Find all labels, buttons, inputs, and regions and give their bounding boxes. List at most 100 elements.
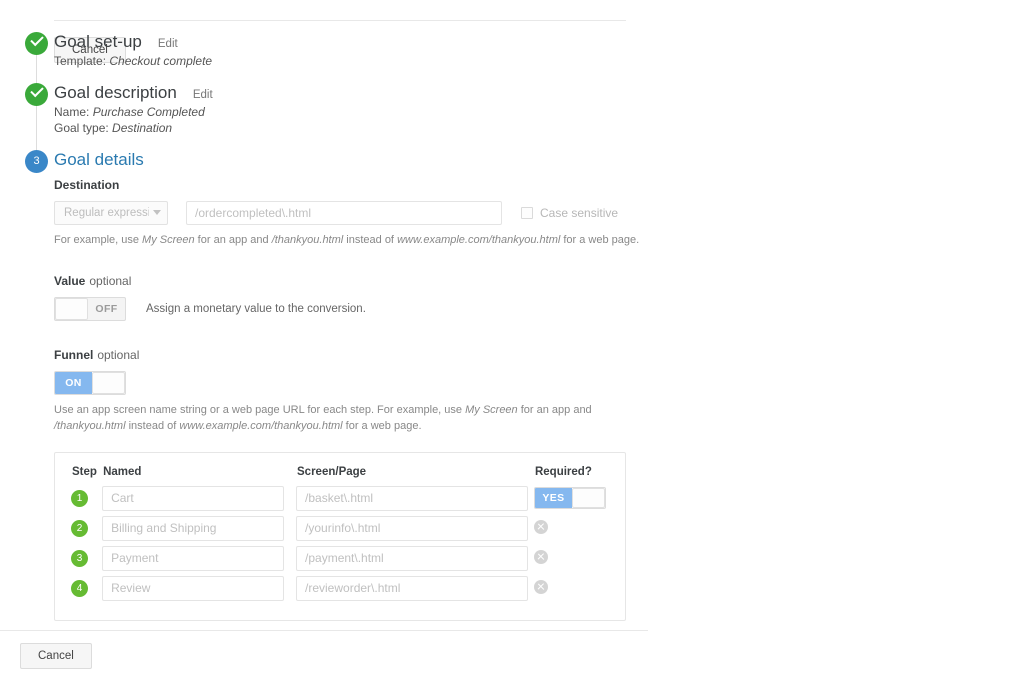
cell-screen-page — [296, 574, 534, 604]
column-header-screen-page: Screen/Page — [297, 465, 367, 478]
helper-part: www.example.com/thankyou.html — [397, 233, 561, 246]
funnel-step-screen-input[interactable] — [296, 575, 529, 601]
helper-part: for an app and — [194, 233, 272, 246]
cell-step: 2 — [71, 514, 102, 544]
funnel-label: Funnel — [54, 347, 94, 362]
page-footer: Cancel — [0, 630, 648, 683]
helper-part: instead of — [125, 419, 180, 432]
chevron-down-icon — [153, 210, 161, 215]
cell-step: 1 — [71, 484, 102, 514]
cell-named — [102, 574, 296, 604]
match-type-select-value: Regular expression — [64, 206, 149, 219]
case-sensitive-label: Case sensitive — [540, 205, 619, 220]
table-row: 3 — [71, 544, 609, 574]
helper-part: /thankyou.html — [271, 233, 344, 246]
table-row: 4 — [71, 574, 609, 604]
toggle-knob — [92, 371, 125, 394]
goal-name-value: Purchase Completed — [92, 104, 205, 119]
funnel-steps-table: Step Named Screen/Page Required? 1 Cart … — [71, 465, 609, 604]
wizard-step-goal-setup: Goal set-up Edit Template: Checkout compl… — [0, 32, 660, 109]
goal-setup-summary: Template: Checkout complete — [54, 54, 660, 69]
funnel-step-name-input[interactable] — [102, 575, 285, 601]
value-description: Assign a monetary value to the conversio… — [146, 302, 366, 315]
destination-helper-text: For example, use My Screen for an app an… — [54, 232, 660, 248]
cell-screen-page — [296, 484, 534, 514]
remove-step-icon[interactable] — [533, 549, 548, 564]
value-toggle[interactable]: OFF — [54, 296, 126, 321]
toggle-knob — [571, 488, 605, 508]
funnel-steps-card: Step Named Screen/Page Required? 1 Cart … — [54, 451, 626, 621]
funnel-table-header-row: Step Named Screen/Page Required? — [71, 465, 609, 484]
funnel-step-screen-input[interactable] — [296, 485, 529, 511]
funnel-step-required-toggle[interactable]: YES — [533, 487, 606, 509]
funnel-toggle[interactable]: ON — [54, 370, 126, 395]
helper-part: for an app and — [517, 403, 592, 416]
cell-step: 4 — [71, 574, 102, 604]
helper-part: for a web page. — [342, 419, 422, 432]
cell-named — [102, 484, 296, 514]
funnel-toggle-state: ON — [55, 371, 92, 394]
value-toggle-row: OFF Assign a monetary value to the conve… — [54, 296, 660, 321]
cell-named — [102, 544, 296, 574]
required-toggle-state: YES — [534, 488, 572, 508]
step-badge: 3 — [71, 549, 88, 567]
cell-screen-page — [296, 544, 534, 574]
helper-part: instead of — [343, 233, 398, 246]
match-type-select[interactable]: Regular expression — [54, 200, 168, 225]
cell-screen-page — [296, 514, 534, 544]
step-badge: 2 — [71, 519, 88, 537]
helper-part: /thankyou.html — [54, 419, 126, 432]
funnel-step-name-input[interactable] — [102, 515, 285, 541]
cell-required — [533, 514, 609, 544]
destination-input[interactable] — [186, 200, 502, 225]
value-optional-label: optional — [89, 273, 132, 288]
funnel-optional-label: optional — [97, 347, 140, 362]
step-badge: 4 — [71, 579, 88, 597]
funnel-step-screen-input[interactable] — [296, 545, 529, 571]
cell-required — [533, 574, 609, 604]
goal-wizard: Goal set-up Edit Template: Checkout compl… — [0, 20, 660, 621]
goal-details-body: Destination Regular expression Case sens… — [54, 170, 660, 621]
helper-part: Use an app screen name string or a web p… — [54, 403, 466, 416]
helper-part: For example, use — [54, 233, 143, 246]
remove-step-icon[interactable] — [533, 519, 548, 534]
toggle-knob — [55, 297, 88, 320]
step-title-goal-details: Goal details — [54, 149, 144, 169]
funnel-toggle-row: ON — [54, 370, 660, 395]
goal-type-value: Destination — [112, 121, 173, 135]
funnel-helper-text: Use an app screen name string or a web p… — [54, 402, 614, 434]
wizard-step-goal-details: 3 Goal details Destination Regular expre… — [0, 149, 660, 621]
footer-actions: Cancel — [0, 631, 648, 683]
funnel-step-screen-input[interactable] — [296, 515, 529, 541]
wizard-step-goal-description: Goal description Edit Name: Purchase Comp… — [0, 82, 660, 160]
case-sensitive-checkbox[interactable] — [521, 206, 533, 219]
goal-name-summary: Name: Purchase Completed — [54, 105, 660, 120]
case-sensitive-option[interactable]: Case sensitive — [521, 206, 618, 220]
helper-part: for a web page. — [560, 233, 640, 246]
cell-named — [102, 514, 296, 544]
edit-link-goal-setup[interactable]: Edit — [158, 38, 178, 50]
step-title-goal-description: Goal description — [54, 82, 177, 102]
table-row: 1 YES — [71, 484, 609, 514]
footer-cancel-button[interactable]: Cancel — [20, 643, 92, 669]
edit-link-goal-description[interactable]: Edit — [193, 89, 213, 101]
goal-type-label: Goal type: — [54, 121, 109, 135]
goal-editor-page: Goal set-up Edit Template: Checkout compl… — [0, 20, 1024, 683]
value-toggle-state: OFF — [95, 302, 118, 315]
step-complete-icon — [25, 32, 48, 55]
funnel-step-name-input[interactable] — [102, 485, 285, 511]
goal-name-label: Name: — [54, 104, 90, 119]
column-header-required: Required? — [534, 465, 592, 478]
helper-part: My Screen — [465, 403, 518, 416]
funnel-step-name-input[interactable] — [102, 545, 285, 571]
cell-required — [533, 544, 609, 574]
goal-type-summary: Goal type: Destination — [54, 121, 660, 136]
column-header-named: Named — [103, 465, 142, 478]
table-row: 2 — [71, 514, 609, 544]
value-label-group: Value optional — [54, 274, 660, 288]
template-label: Template: — [54, 54, 107, 68]
remove-step-icon[interactable] — [533, 579, 548, 594]
value-label: Value — [54, 273, 86, 288]
cell-step: 3 — [71, 544, 102, 574]
funnel-label-group: Funnel optional — [54, 348, 660, 362]
